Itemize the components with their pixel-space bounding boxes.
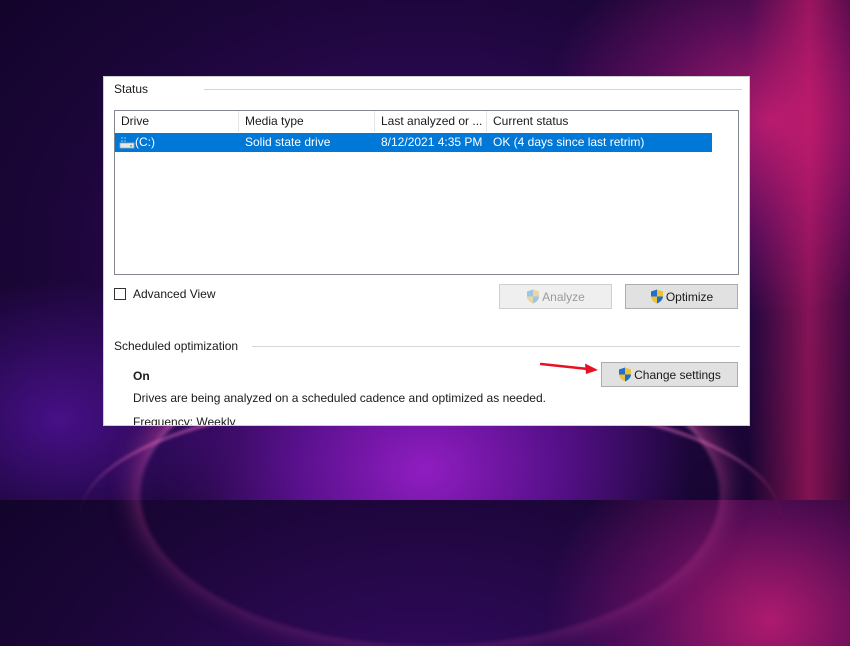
status-group-label: Status	[114, 82, 149, 96]
red-arrow-annotation-icon	[540, 362, 598, 374]
drive-row-c[interactable]: (C:) Solid state drive 8/12/2021 4:35 PM…	[115, 133, 712, 152]
drive-list-header: Drive Media type Last analyzed or ... Cu…	[115, 111, 738, 132]
optimize-drives-dialog: Status Drive Media type Last analyzed or…	[103, 76, 750, 426]
advanced-view-label: Advanced View	[133, 287, 216, 301]
column-header-media-type[interactable]: Media type	[239, 111, 375, 132]
optimize-button[interactable]: Optimize	[625, 284, 738, 309]
advanced-view-checkbox[interactable]	[114, 288, 126, 300]
shield-icon	[650, 289, 663, 304]
wallpaper-side-glow	[748, 0, 850, 500]
drive-last-analyzed: 8/12/2021 4:35 PM	[381, 135, 483, 149]
change-settings-button[interactable]: Change settings	[601, 362, 738, 387]
analyze-button[interactable]: Analyze	[499, 284, 612, 309]
schedule-description: Drives are being analyzed on a scheduled…	[133, 391, 546, 405]
column-header-drive[interactable]: Drive	[115, 111, 239, 132]
schedule-frequency: Frequency: Weekly	[133, 415, 236, 426]
analyze-button-label: Analyze	[542, 289, 585, 304]
drive-list[interactable]: Drive Media type Last analyzed or ... Cu…	[114, 110, 739, 275]
shield-icon	[619, 367, 632, 382]
scheduled-group-label: Scheduled optimization	[114, 339, 239, 353]
status-group-divider	[204, 89, 742, 90]
scheduled-group-divider	[252, 346, 740, 347]
column-header-last-analyzed[interactable]: Last analyzed or ...	[375, 111, 487, 132]
change-settings-button-label: Change settings	[634, 367, 721, 382]
drive-name: (C:)	[135, 135, 155, 149]
drive-media-type: Solid state drive	[245, 135, 331, 149]
column-header-current-status[interactable]: Current status	[487, 111, 712, 132]
shield-icon	[527, 289, 540, 304]
schedule-state: On	[133, 369, 150, 383]
optimize-button-label: Optimize	[665, 289, 714, 304]
wallpaper-glow-ring-outer	[80, 395, 780, 639]
drive-current-status: OK (4 days since last retrim)	[493, 135, 645, 149]
